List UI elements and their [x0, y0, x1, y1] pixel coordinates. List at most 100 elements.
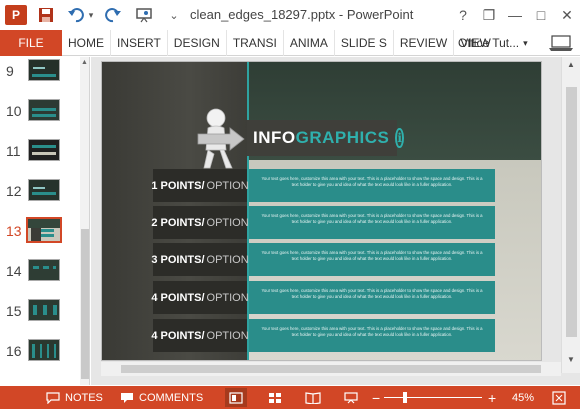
- thumbnail-scrollbar[interactable]: ▲: [80, 57, 89, 385]
- point-text-2[interactable]: Your text goes here, customize this area…: [249, 206, 495, 239]
- customize-toolbar-icon[interactable]: ⌄: [163, 4, 185, 26]
- slide-canvas[interactable]: INFO GRAPHICS i 1 POINTS/OPTION Your tex…: [101, 61, 542, 361]
- point-label-4[interactable]: 4 POINTS/OPTION: [151, 281, 249, 314]
- info-icon: i: [395, 128, 404, 148]
- notes-icon: [46, 391, 60, 404]
- save-icon[interactable]: [35, 4, 57, 26]
- slide-thumbnail[interactable]: [28, 139, 60, 161]
- point-label-5[interactable]: 4 POINTS/OPTION: [151, 319, 249, 352]
- slideshow-icon[interactable]: [133, 4, 155, 26]
- slide-thumbnail[interactable]: [28, 59, 60, 81]
- comments-label: COMMENTS: [139, 391, 204, 404]
- powerpoint-app-icon[interactable]: P: [5, 5, 27, 25]
- vertical-scrollbar[interactable]: ▲ ▼: [561, 57, 580, 373]
- thumbnail-slide-16[interactable]: 16: [0, 339, 89, 375]
- tab-insert[interactable]: INSERT: [110, 30, 167, 56]
- scrollbar-thumb[interactable]: [566, 87, 577, 337]
- powerpoint-window: P ▾ ⌄ clean_edges_18297.pptx - PowerPoin…: [0, 0, 580, 409]
- minimize-icon[interactable]: —: [502, 2, 528, 28]
- slide-title[interactable]: INFO GRAPHICS i: [247, 120, 404, 156]
- tab-file[interactable]: FILE: [0, 30, 62, 56]
- tab-design[interactable]: DESIGN: [166, 30, 226, 56]
- thumbnail-slide-15[interactable]: 15: [0, 299, 89, 335]
- thumbnail-slide-14[interactable]: 14: [0, 259, 89, 295]
- point-label-3[interactable]: 3 POINTS/OPTION: [151, 243, 249, 276]
- account-name: Office Tut...: [458, 36, 520, 50]
- tab-home[interactable]: HOME: [62, 30, 110, 56]
- notes-button[interactable]: NOTES: [46, 386, 103, 409]
- close-icon[interactable]: ✕: [554, 2, 580, 28]
- account-menu[interactable]: Office Tut... ▾: [458, 30, 528, 56]
- title-bar: P ▾ ⌄ clean_edges_18297.pptx - PowerPoin…: [0, 0, 580, 30]
- thumbnail-slide-9[interactable]: 9: [0, 59, 89, 95]
- comment-icon: [121, 392, 133, 403]
- normal-view-button[interactable]: [225, 388, 247, 407]
- point-label-2[interactable]: 2 POINTS/OPTION: [151, 206, 249, 239]
- fit-slide-button[interactable]: [548, 388, 570, 407]
- fit-to-window-icon: [552, 390, 566, 405]
- point-number: 4 POINTS/: [151, 329, 205, 342]
- maximize-icon[interactable]: □: [528, 2, 554, 28]
- window-controls: ? ❐ — □ ✕: [450, 0, 580, 30]
- point-option: OPTION: [206, 291, 249, 304]
- scrollbar-thumb[interactable]: [81, 229, 89, 379]
- help-icon[interactable]: ?: [450, 2, 476, 28]
- scrollbar-thumb[interactable]: [121, 365, 541, 373]
- zoom-in-button[interactable]: +: [488, 386, 496, 409]
- title-info-text: INFO: [253, 128, 296, 147]
- status-bar: NOTES COMMENTS − + 45%: [0, 386, 580, 409]
- thumbnail-slide-10[interactable]: 10: [0, 99, 89, 135]
- slide-number: 9: [6, 63, 14, 79]
- point-text-4[interactable]: Your text goes here, customize this area…: [249, 281, 495, 314]
- slide-thumbnail[interactable]: [28, 179, 60, 201]
- slide-sorter-button[interactable]: [264, 388, 286, 407]
- laptop-icon[interactable]: [546, 33, 576, 53]
- slide-number: 16: [6, 343, 22, 359]
- slide-sorter-icon: [269, 392, 281, 403]
- slide-thumbnail-selected[interactable]: [26, 217, 62, 243]
- point-number: 3 POINTS/: [151, 253, 205, 266]
- slideshow-view-button[interactable]: [340, 388, 362, 407]
- slide-thumbnail[interactable]: [28, 299, 60, 321]
- redo-icon[interactable]: [103, 4, 125, 26]
- point-number: 4 POINTS/: [151, 291, 205, 304]
- zoom-slider-track[interactable]: [384, 397, 482, 398]
- tab-slide-show[interactable]: SLIDE S: [333, 30, 393, 56]
- 3d-figure-arrow-graphic: [197, 108, 245, 169]
- zoom-slider-thumb[interactable]: [403, 392, 407, 403]
- slide-number: 13: [6, 223, 22, 239]
- slide-thumbnail[interactable]: [28, 99, 60, 121]
- zoom-level[interactable]: 45%: [512, 386, 534, 409]
- point-option: OPTION: [206, 216, 249, 229]
- ribbon-tabs: FILE HOME INSERT DESIGN TRANSI ANIMA SLI…: [0, 30, 580, 56]
- point-text-1[interactable]: Your text goes here, customize this area…: [249, 169, 495, 202]
- point-number: 1 POINTS/: [151, 179, 205, 192]
- point-option: OPTION: [206, 253, 249, 266]
- thumbnail-slide-13[interactable]: 13: [0, 217, 89, 255]
- slide-thumbnail[interactable]: [28, 259, 60, 281]
- zoom-out-button[interactable]: −: [372, 386, 380, 409]
- point-label-1[interactable]: 1 POINTS/OPTION: [151, 169, 249, 202]
- redo-dropdown-icon[interactable]: ▾: [87, 4, 95, 26]
- chevron-down-icon: ▾: [523, 37, 528, 48]
- scroll-up-icon[interactable]: ▲: [567, 60, 575, 69]
- scroll-down-icon[interactable]: ▼: [567, 355, 575, 364]
- point-text-5[interactable]: Your text goes here, customize this area…: [249, 319, 495, 352]
- window-title: clean_edges_18297.pptx - PowerPoint: [190, 7, 414, 22]
- thumbnail-slide-12[interactable]: 12: [0, 179, 89, 215]
- horizontal-scrollbar[interactable]: [101, 362, 561, 376]
- scroll-up-icon[interactable]: ▲: [81, 59, 88, 66]
- thumbnail-slide-11[interactable]: 11: [0, 139, 89, 175]
- ribbon-display-icon[interactable]: ❐: [476, 2, 502, 28]
- tab-review[interactable]: REVIEW: [392, 30, 453, 56]
- quick-access-toolbar: P ▾ ⌄: [0, 0, 185, 30]
- tab-animations[interactable]: ANIMA: [282, 30, 334, 56]
- slide-thumbnail-pane: 9 10 11 12 13 14 15 16 ▲: [0, 57, 90, 385]
- undo-icon[interactable]: [65, 4, 87, 26]
- reading-view-button[interactable]: [302, 388, 324, 407]
- comments-button[interactable]: COMMENTS: [120, 386, 203, 409]
- slide-number: 11: [6, 143, 21, 159]
- tab-transitions[interactable]: TRANSI: [225, 30, 283, 56]
- point-text-3[interactable]: Your text goes here, customize this area…: [249, 243, 495, 276]
- slide-thumbnail[interactable]: [28, 339, 60, 361]
